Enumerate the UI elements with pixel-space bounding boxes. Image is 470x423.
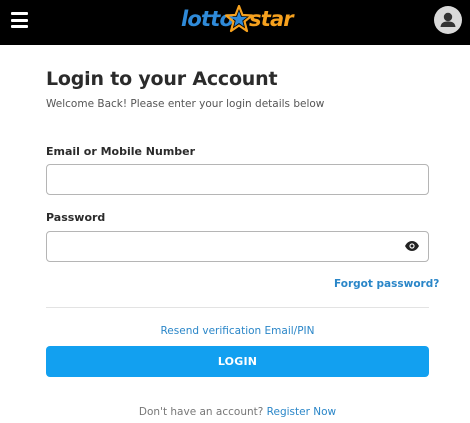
register-prompt: Don't have an account? Register Now (0, 406, 470, 418)
divider (46, 307, 429, 308)
email-label: Email or Mobile Number (46, 145, 196, 158)
logo-text-star: star (249, 7, 294, 31)
email-field[interactable] (46, 164, 429, 195)
lottostar-logo[interactable]: lotto star (178, 4, 298, 38)
no-account-text: Don't have an account? (138, 406, 264, 418)
user-icon (440, 12, 456, 27)
page-subtitle: Welcome Back! Please enter your login de… (46, 98, 325, 110)
password-field[interactable] (46, 231, 429, 262)
user-avatar-button[interactable] (434, 6, 462, 34)
password-label: Password (46, 211, 106, 224)
show-password-eye-icon[interactable] (404, 240, 420, 252)
login-button[interactable]: LOGIN (46, 346, 429, 377)
page-title: Login to your Account (46, 68, 278, 90)
hamburger-menu-icon[interactable] (11, 12, 28, 28)
register-now-link[interactable]: Register Now (267, 406, 336, 418)
forgot-password-link[interactable]: Forgot password? (334, 278, 439, 290)
resend-verification-link[interactable]: Resend verification Email/PIN (0, 325, 470, 337)
top-bar: lotto star (0, 0, 470, 45)
